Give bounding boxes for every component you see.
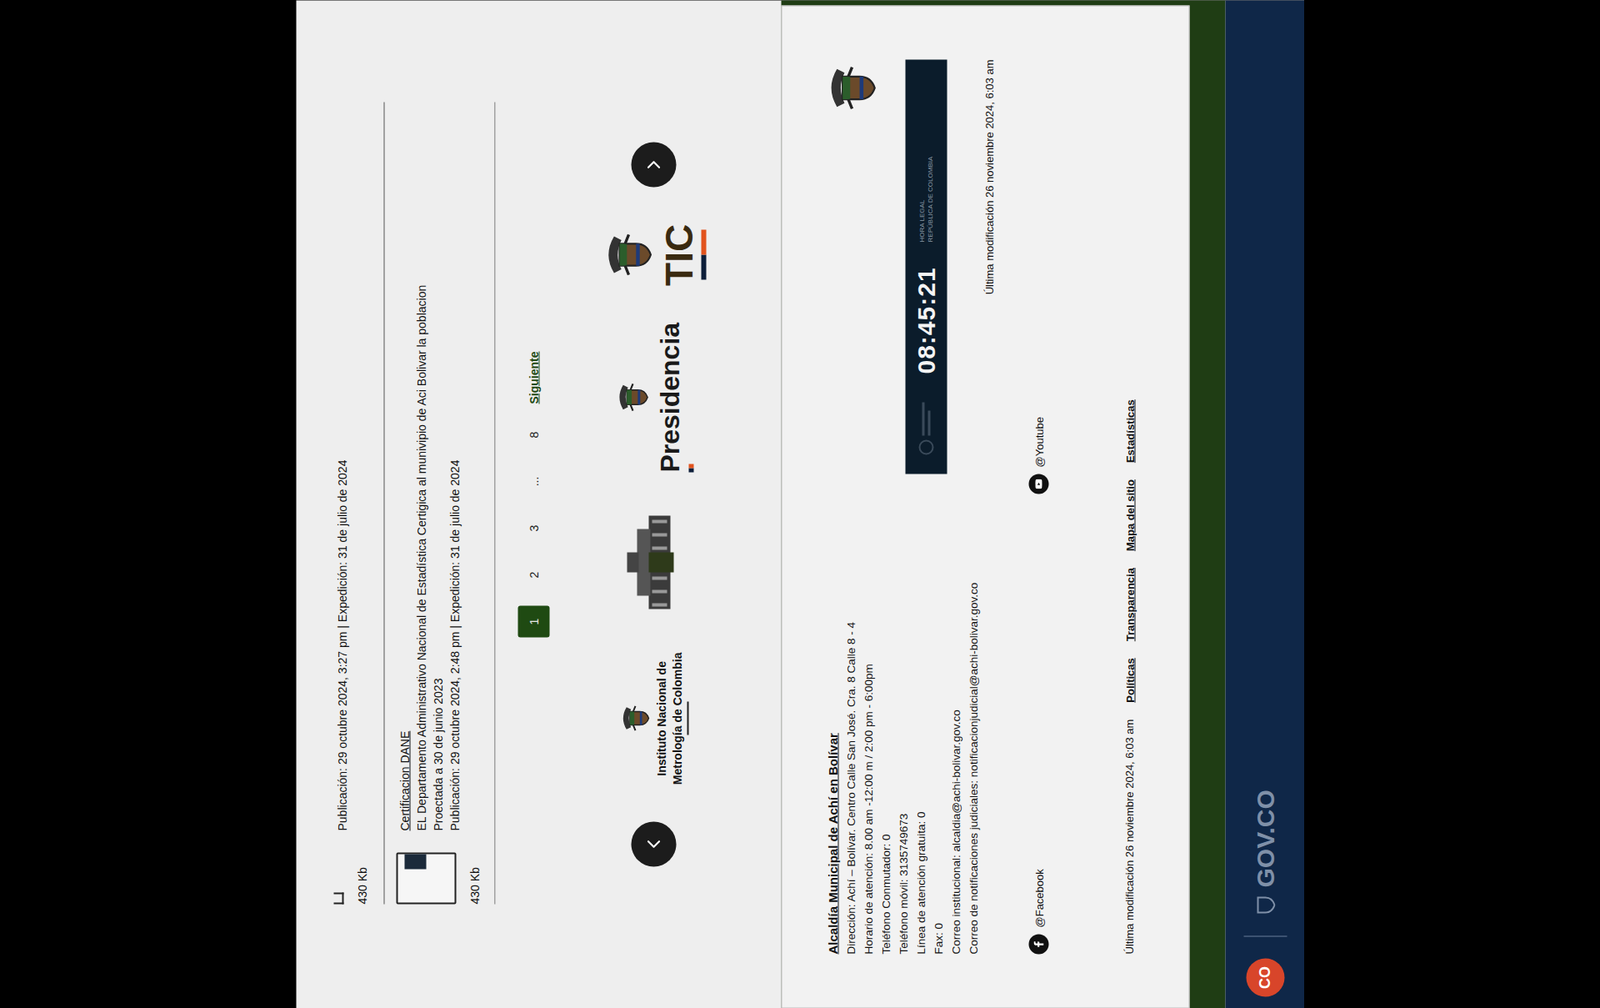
logo-bar xyxy=(688,464,694,473)
contact-line: Correo institucional: alcaldia@achi-boli… xyxy=(946,582,965,955)
footer-title: Alcaldía Municipal de Achí en Bolívar xyxy=(823,582,842,955)
document-list: 430 Kb Publicación: 29 octubre 2024, 3:27… xyxy=(295,0,495,1008)
presidencia-arms-icon xyxy=(614,379,651,416)
contact-line: Horario de atención: 8.00 am -12:00 m / … xyxy=(859,582,877,955)
divider xyxy=(494,102,495,905)
social-link[interactable]: @Facebook xyxy=(1028,494,1049,955)
chevron-left-icon xyxy=(642,832,665,855)
footer-link[interactable]: Mapa del sitio xyxy=(1123,479,1136,551)
file-size: 430 Kb xyxy=(353,866,370,904)
last-modified: Última modificación 26 noviembre 2024, 6… xyxy=(1121,719,1137,955)
inm-logo[interactable]: Instituto Nacional deMetrología de Colom… xyxy=(618,652,689,785)
clock-label: HORA LEGALREPÚBLICA DE COLOMBIA xyxy=(917,156,935,243)
rotated-viewport: 430 Kb Publicación: 29 octubre 2024, 3:27… xyxy=(295,0,1305,1008)
contact-line: Correo de notificaciones judiciales: not… xyxy=(964,582,982,955)
footer-link[interactable]: Políticas xyxy=(1123,657,1136,702)
last-modified: Última modificación 26 noviembre 2024, 6… xyxy=(981,60,997,295)
logo-text: TIC xyxy=(659,224,698,286)
emblem-logo[interactable] xyxy=(623,509,684,616)
facebook-icon xyxy=(1028,934,1049,955)
divider xyxy=(383,102,385,905)
document-description: Proectada a 30 de junio 2023 xyxy=(429,0,446,831)
pagination: 1 2 3... 8 Siguiente xyxy=(495,0,572,1008)
social-link[interactable]: @Youtube xyxy=(1028,60,1049,495)
logo-text: Metrología de Colombia xyxy=(670,652,684,785)
footer-bottom: Última modificación 26 noviembre 2024, 6… xyxy=(1121,60,1137,955)
social-links: @Facebook@Youtube xyxy=(1028,60,1049,955)
youtube-icon xyxy=(1028,474,1049,495)
page-button[interactable]: 2 xyxy=(517,559,550,591)
logo-carousel: Instituto Nacional deMetrología de Colom… xyxy=(571,0,735,1008)
co-badge[interactable]: CO xyxy=(1245,958,1285,997)
page-button[interactable]: 3 xyxy=(517,512,550,545)
page-button[interactable]: ... xyxy=(517,465,550,498)
legal-time-clock: 08:45:21 HORA LEGALREPÚBLICA DE COLOMBIA xyxy=(905,60,947,475)
footer: Alcaldía Municipal de Achí en BolívarDir… xyxy=(780,0,1225,1008)
page-button[interactable]: 1 xyxy=(517,605,550,638)
tic-arms-icon xyxy=(600,227,656,283)
logo-bar xyxy=(686,701,689,735)
gov-shield-icon xyxy=(1255,895,1275,915)
footer-link[interactable]: Transparencia xyxy=(1123,567,1136,641)
contact-line: Dirección: Achí – Bolívar. Centro Calle … xyxy=(841,582,860,955)
document-item: 430 Kb Certificacion DANEEL Departamento … xyxy=(384,0,495,1008)
contact-line: Teléfono Conmutador: 0 xyxy=(876,582,895,955)
footer-card: Alcaldía Municipal de Achí en BolívarDir… xyxy=(780,5,1190,1008)
clock-logo-icon xyxy=(913,399,939,458)
document-meta: Publicación: 29 octubre 2024, 2:48 pm | … xyxy=(445,0,463,831)
contact-line: Fax: 0 xyxy=(929,582,947,955)
logo-text: Presidencia xyxy=(654,322,685,473)
chevron-right-icon xyxy=(642,154,665,176)
file-icon[interactable] xyxy=(395,852,456,905)
page-button[interactable]: 8 xyxy=(517,419,550,451)
carousel-next-button[interactable] xyxy=(630,142,676,188)
colombia-arms-icon xyxy=(823,60,880,117)
next-link[interactable]: Siguiente xyxy=(526,350,540,404)
gov-co-brand[interactable]: GOV.CO xyxy=(1250,789,1280,914)
logo-bar xyxy=(700,230,706,280)
carousel-prev-button[interactable] xyxy=(630,820,676,866)
document-title[interactable]: Certificacion DANE xyxy=(395,0,413,831)
presidencia-logo[interactable]: Presidencia xyxy=(614,322,694,473)
web-page: 430 Kb Publicación: 29 octubre 2024, 3:27… xyxy=(295,0,1305,1008)
file-size: 430 Kb xyxy=(465,866,483,904)
gov-co-bar: CO GOV.CO xyxy=(1225,0,1305,1008)
divider xyxy=(1243,935,1287,937)
contact-line: Teléfono móvil: 3135749673 xyxy=(894,582,912,955)
document-item: 430 Kb Publicación: 29 octubre 2024, 3:27… xyxy=(333,0,384,1008)
file-icon xyxy=(333,892,344,905)
clock-time: 08:45:21 xyxy=(911,266,940,374)
tic-logo[interactable]: TIC xyxy=(600,224,706,286)
screen: 430 Kb Publicación: 29 octubre 2024, 3:27… xyxy=(0,0,1600,1008)
contact-info: Alcaldía Municipal de Achí en BolívarDir… xyxy=(823,582,982,955)
emblem-logo-icon xyxy=(623,509,684,616)
inm-shield-icon xyxy=(618,701,652,735)
contact-line: Línea de atención gratuita: 0 xyxy=(911,582,930,955)
footer-link[interactable]: Estadísticas xyxy=(1123,399,1136,463)
document-description: EL Departamento Administrativo Nacional … xyxy=(412,0,430,831)
document-meta: Publicación: 29 octubre 2024, 3:27 pm | … xyxy=(333,0,350,831)
logo-text: Instituto Nacional de xyxy=(655,660,668,776)
